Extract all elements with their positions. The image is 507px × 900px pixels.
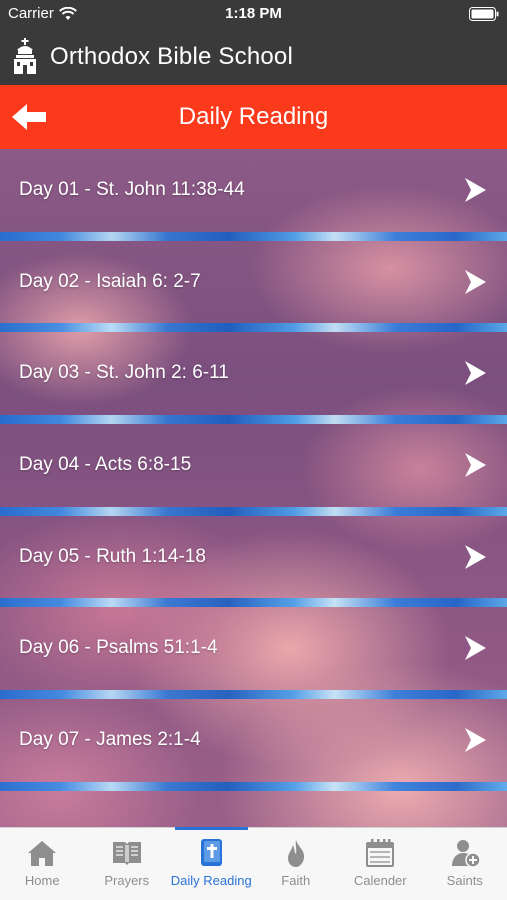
tab-home[interactable]: Home xyxy=(0,828,85,900)
tab-prayers[interactable]: Prayers xyxy=(85,828,170,900)
reading-list-area: Day 01 - St. John 11:38-44 Day 02 - Isai… xyxy=(0,149,507,827)
page-title: Daily Reading xyxy=(178,103,329,130)
tab-label: Home xyxy=(24,873,60,888)
tab-calender[interactable]: Calender xyxy=(338,828,423,900)
chevron-right-icon xyxy=(465,269,486,294)
page-header: Daily Reading xyxy=(0,85,507,149)
reading-item-day-03[interactable]: Day 03 - St. John 2: 6-11 xyxy=(0,332,507,425)
reading-list: Day 01 - St. John 11:38-44 Day 02 - Isai… xyxy=(0,149,507,791)
calendar-icon xyxy=(366,839,395,867)
divider xyxy=(0,598,507,608)
home-icon xyxy=(28,841,57,866)
chevron-right-icon xyxy=(465,178,486,202)
divider xyxy=(0,231,507,241)
app-title: Orthodox Bible School xyxy=(50,42,294,70)
back-arrow-icon[interactable] xyxy=(12,103,48,131)
reading-label: Day 03 - St. John 2: 6-11 xyxy=(19,362,229,384)
tab-label: Prayers xyxy=(104,873,150,888)
divider xyxy=(0,415,507,425)
book-icon xyxy=(112,842,141,865)
bible-icon xyxy=(201,839,223,866)
reading-item-day-05[interactable]: Day 05 - Ruth 1:14-18 xyxy=(0,516,507,608)
church-logo-icon xyxy=(14,37,36,74)
flame-icon xyxy=(287,840,304,867)
tab-faith[interactable]: Faith xyxy=(254,828,339,900)
tab-saints[interactable]: Saints xyxy=(423,828,507,900)
divider xyxy=(0,781,507,791)
chevron-right-icon xyxy=(465,453,486,478)
divider xyxy=(0,690,507,700)
tab-label: Calender xyxy=(353,873,407,888)
reading-item-day-01[interactable]: Day 01 - St. John 11:38-44 xyxy=(0,149,507,241)
reading-label: Day 01 - St. John 11:38-44 xyxy=(19,179,245,200)
person-add-icon xyxy=(451,840,481,868)
divider xyxy=(0,506,507,516)
app-bar: Orthodox Bible School xyxy=(0,28,507,85)
reading-item-day-02[interactable]: Day 02 - Isaiah 6: 2-7 xyxy=(0,241,507,333)
status-time: 1:18 PM xyxy=(225,5,282,22)
reading-item-day-07[interactable]: Day 07 - James 2:1-4 xyxy=(0,699,507,791)
chevron-right-icon xyxy=(465,544,486,569)
tab-daily-reading[interactable]: Daily Reading xyxy=(169,827,254,900)
reading-label: Day 06 - Psalms 51:1-4 xyxy=(19,637,218,659)
battery-icon xyxy=(469,7,499,21)
reading-label: Day 04 - Acts 6:8-15 xyxy=(19,454,192,476)
reading-label: Day 07 - James 2:1-4 xyxy=(19,729,201,751)
tab-label: Daily Reading xyxy=(170,873,252,888)
tab-bar: Home Prayers Daily Reading Faith Calende… xyxy=(0,827,507,900)
reading-item-day-04[interactable]: Day 04 - Acts 6:8-15 xyxy=(0,424,507,516)
tab-label: Faith xyxy=(281,873,311,888)
chevron-right-icon xyxy=(465,361,486,386)
reading-label: Day 05 - Ruth 1:14-18 xyxy=(19,545,206,567)
divider xyxy=(0,323,507,333)
status-bar: Carrier 1:18 PM xyxy=(0,0,507,28)
chevron-right-icon xyxy=(465,636,486,661)
reading-label: Day 02 - Isaiah 6: 2-7 xyxy=(19,270,201,292)
reading-item-day-06[interactable]: Day 06 - Psalms 51:1-4 xyxy=(0,607,507,700)
tab-label: Saints xyxy=(446,873,483,888)
chevron-right-icon xyxy=(465,728,486,753)
